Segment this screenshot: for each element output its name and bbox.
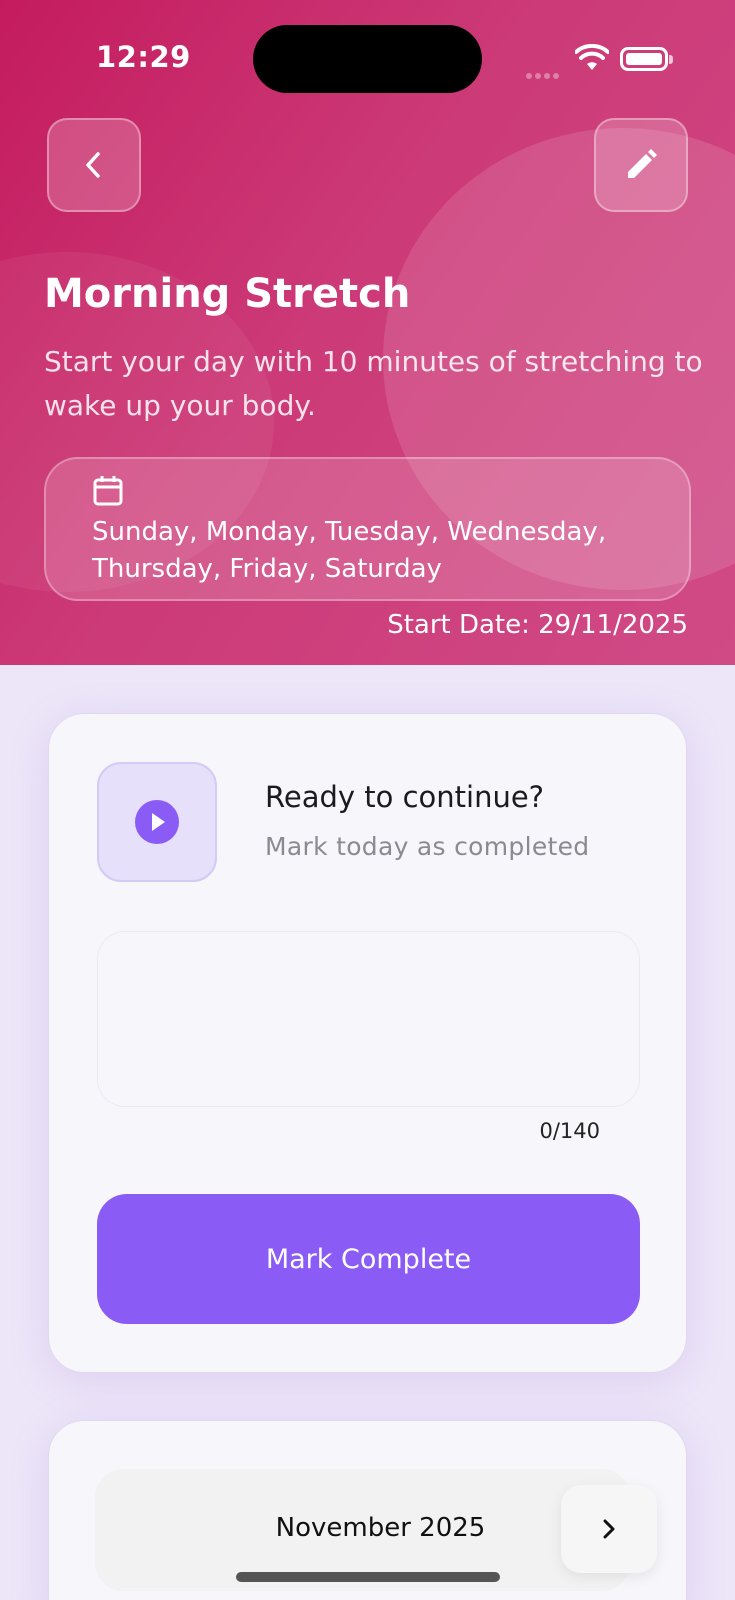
cellular-signal-icon <box>526 64 562 79</box>
schedule-days: Sunday, Monday, Tuesday, Wednesday, Thur… <box>92 517 607 584</box>
month-label: November 2025 <box>275 1513 486 1543</box>
schedule-box: Sunday, Monday, Tuesday, Wednesday, Thur… <box>44 457 691 601</box>
play-circle-icon <box>135 800 179 844</box>
back-button[interactable] <box>47 118 141 212</box>
mark-complete-button[interactable]: Mark Complete <box>97 1194 640 1324</box>
battery-icon <box>620 47 673 71</box>
habit-title: Morning Stretch <box>44 271 411 317</box>
home-indicator[interactable] <box>236 1572 500 1582</box>
checkin-title: Ready to continue? <box>265 780 545 814</box>
habit-description: Start your day with 10 minutes of stretc… <box>44 345 703 422</box>
calendar-icon <box>93 476 123 506</box>
checkin-subtitle: Mark today as completed <box>265 832 590 861</box>
edit-button[interactable] <box>594 118 688 212</box>
next-month-button[interactable] <box>561 1485 657 1573</box>
play-icon-box <box>97 762 217 882</box>
status-time: 12:29 <box>96 40 191 74</box>
habit-header: 12:29 Morning Stretch Start your day wit… <box>0 0 735 665</box>
wifi-icon <box>575 44 609 70</box>
pencil-icon <box>628 149 657 178</box>
checkin-card: Ready to continue? Mark today as complet… <box>48 713 687 1373</box>
start-date: Start Date: 29/11/2025 <box>387 610 688 640</box>
chevron-right-icon <box>603 1519 615 1539</box>
char-counter: 0/140 <box>539 1119 600 1143</box>
dynamic-island <box>253 25 482 93</box>
note-input[interactable] <box>97 931 640 1107</box>
chevron-left-icon <box>86 152 100 178</box>
